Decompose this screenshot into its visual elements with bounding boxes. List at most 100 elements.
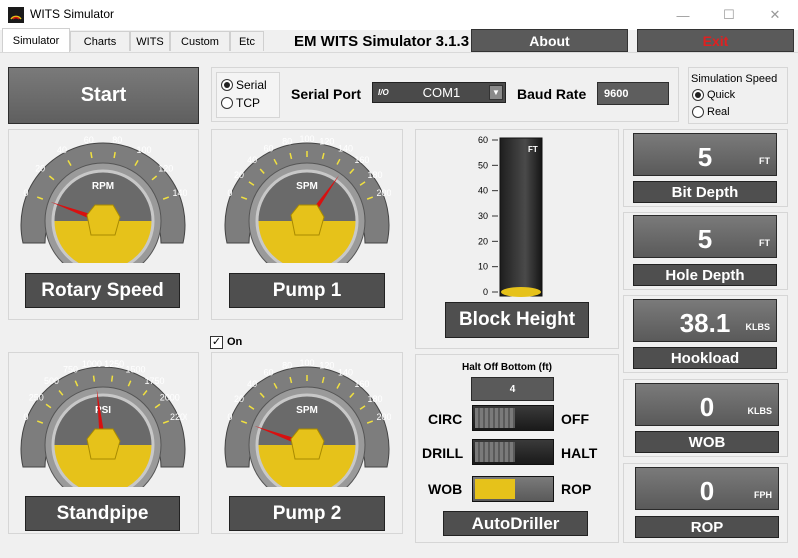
gauge-tick-label: 120: [319, 360, 334, 370]
gauge-tick-label: 0: [227, 412, 232, 422]
tcp-radio-dot: [221, 97, 233, 109]
rop-readout: 0 FPH: [635, 467, 779, 510]
tab-divider: [0, 52, 798, 53]
gauge-tick-label: 140: [173, 188, 187, 198]
io-icon: I/O: [378, 88, 389, 97]
autodriller-button[interactable]: AutoDriller: [443, 511, 588, 536]
circ-label: CIRC: [428, 411, 463, 427]
hole-depth-label: Hole Depth: [633, 264, 777, 286]
wob-rop-switch[interactable]: [472, 476, 554, 502]
tab-simulator[interactable]: Simulator: [2, 28, 70, 52]
halt-label: HALT: [561, 445, 598, 461]
gauge-unit: SPM: [296, 181, 318, 192]
gauge-tick-label: 2000: [160, 392, 180, 402]
gauge-tick: [90, 151, 93, 159]
hookload-readout: 38.1 KLBS: [633, 299, 777, 342]
gauge-tick-label: 1500: [125, 365, 145, 375]
gauge-tick-label: 0: [23, 188, 28, 198]
rop-label: ROP: [635, 516, 779, 538]
block-height-tick-label: 50: [478, 160, 488, 170]
sim-speed-title: Simulation Speed: [691, 73, 778, 85]
gauge-tick-label: 80: [282, 360, 292, 370]
tcp-radio[interactable]: TCP: [221, 96, 260, 110]
gauge-tick-label: 120: [319, 136, 334, 146]
tab-charts[interactable]: Charts: [70, 31, 130, 51]
gauge-tick-label: 100: [136, 145, 151, 155]
rop-mode-label: ROP: [561, 481, 592, 497]
wob-switch-fill: [475, 479, 515, 499]
quick-radio-label: Quick: [707, 89, 736, 101]
tab-etc[interactable]: Etc: [230, 31, 264, 51]
gauge-tick-label: 120: [158, 163, 173, 173]
block-height-unit: FT: [528, 145, 538, 154]
standpipe-label: Standpipe: [25, 496, 180, 531]
bit-depth-value: 5: [697, 142, 713, 172]
block-height-tick-label: 40: [478, 186, 488, 196]
gauge-tick-label: 1250: [104, 359, 124, 369]
off-label: OFF: [561, 411, 589, 427]
tab-custom[interactable]: Custom: [170, 31, 230, 51]
gauge-hub: [290, 204, 325, 236]
gauge-tick-label: 40: [247, 155, 257, 165]
gauge-unit: PSI: [95, 405, 111, 416]
serial-port-select[interactable]: I/O COM1 ▼: [372, 82, 506, 103]
hole-depth-readout: 5 FT: [633, 215, 777, 258]
circ-off-switch[interactable]: [472, 405, 554, 431]
block-height-tick-label: 60: [478, 135, 488, 145]
block-height-gauge: 60 50 40 30 20 10 0: [478, 135, 543, 297]
gauge-tick-label: 140: [338, 368, 353, 378]
start-button[interactable]: Start: [8, 67, 199, 124]
gauge-tick-label: 40: [247, 379, 257, 389]
tab-wits[interactable]: WITS: [130, 31, 170, 51]
gauge-tick-label: 250: [29, 392, 44, 402]
serial-port-label: Serial Port: [291, 86, 362, 102]
halt-off-bottom-input[interactable]: 4: [471, 377, 554, 401]
block-height-tick-label: 20: [478, 236, 488, 246]
real-radio[interactable]: Real: [692, 106, 730, 118]
wob-readout: 0 KLBS: [635, 383, 779, 426]
gauge-tick-label: 0: [23, 412, 28, 422]
maximize-icon[interactable]: ☐: [706, 0, 752, 30]
serial-radio-label: Serial: [236, 78, 267, 92]
rop-unit: FPH: [754, 490, 772, 500]
block-height-tick-label: 0: [483, 287, 488, 297]
pump2-on-checkbox[interactable]: ✓: [210, 336, 223, 349]
block-height-label: Block Height: [445, 302, 589, 338]
gauge-unit: RPM: [92, 181, 114, 192]
gauge-tick-label: 180: [367, 394, 382, 404]
chevron-down-icon[interactable]: ▼: [489, 85, 503, 100]
gauge-tick-label: 160: [354, 155, 369, 165]
serial-radio[interactable]: Serial: [221, 78, 267, 92]
gauge-tick-label: 20: [234, 170, 244, 180]
gauge-hub: [86, 428, 121, 460]
gauge-tick-label: 20: [35, 163, 45, 173]
gauge-tick-label: 1000: [82, 359, 102, 369]
about-button[interactable]: About: [471, 29, 628, 52]
quick-radio[interactable]: Quick: [692, 89, 735, 101]
exit-button[interactable]: Exit: [637, 29, 794, 52]
block-height-tick-label: 30: [478, 211, 488, 221]
minimize-icon[interactable]: —: [660, 0, 706, 30]
standpipe-gauge: 0250500 750 1000125015001750 2000 2200 PSI: [20, 359, 187, 487]
drill-switch-knob: [475, 442, 515, 462]
gauge-tick-label: 500: [44, 376, 59, 386]
gauge-tick-label: 160: [354, 379, 369, 389]
gauge-hub: [290, 428, 325, 460]
wob-unit: KLBS: [747, 406, 773, 416]
gauge-tick-label: 140: [338, 144, 353, 154]
hookload-label: Hookload: [633, 347, 777, 369]
gauge-tick-label: 20: [234, 394, 244, 404]
gauge-tick: [113, 151, 116, 159]
gauge-tick-label: 100: [299, 358, 314, 368]
gauge-tick-label: 60: [84, 135, 94, 145]
drill-halt-switch[interactable]: [472, 439, 554, 465]
rotary-gauge: 0 20 40 60 80 100 120 140 RPM: [20, 135, 187, 263]
app-title: EM WITS Simulator 3.1.3: [294, 33, 470, 50]
close-icon[interactable]: ✕: [752, 0, 798, 30]
gauge-tick-label: 200: [377, 188, 391, 198]
window-title: WITS Simulator: [30, 7, 115, 21]
gauge-tick-label: 180: [367, 170, 382, 180]
baud-rate-input[interactable]: 9600: [597, 82, 669, 105]
drill-label: DRILL: [422, 445, 464, 461]
serial-radio-dot: [221, 79, 233, 91]
